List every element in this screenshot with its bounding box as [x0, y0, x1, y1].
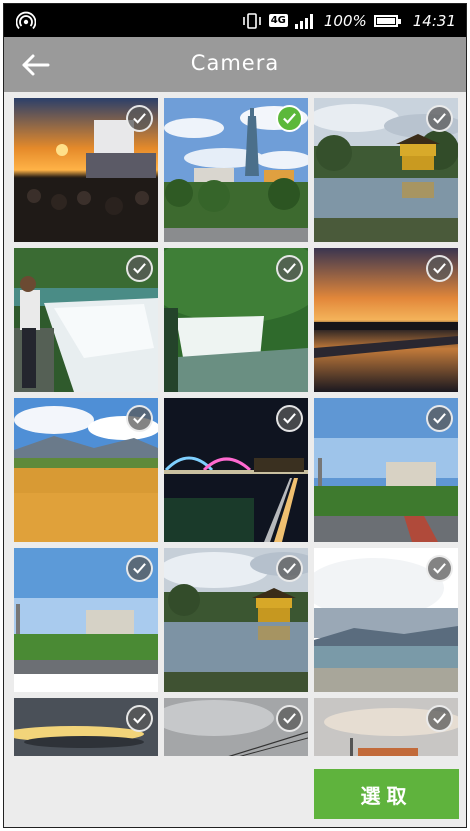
- checkmark-icon: [133, 563, 146, 574]
- select-check-icon[interactable]: [276, 705, 303, 732]
- photo-tile[interactable]: [314, 548, 458, 692]
- select-check-icon[interactable]: [126, 255, 153, 282]
- checkmark-icon: [433, 113, 446, 124]
- photo-tile[interactable]: [14, 698, 158, 756]
- checkmark-icon: [283, 563, 296, 574]
- photo-tile[interactable]: [14, 248, 158, 392]
- checkmark-icon: [433, 263, 446, 274]
- select-check-icon[interactable]: [426, 555, 453, 582]
- checkmark-icon: [283, 113, 296, 124]
- checkmark-icon: [133, 713, 146, 724]
- checkmark-icon: [133, 413, 146, 424]
- select-check-icon[interactable]: [426, 705, 453, 732]
- vibrate-icon: [242, 12, 261, 29]
- photo-grid: [12, 96, 462, 756]
- checkmark-icon: [283, 713, 296, 724]
- select-check-icon[interactable]: [126, 555, 153, 582]
- signal-icon: [294, 13, 313, 29]
- battery-icon: [373, 14, 401, 27]
- clock: 14:31: [412, 11, 456, 30]
- select-check-icon[interactable]: [276, 105, 303, 132]
- app-header: Camera: [4, 37, 466, 92]
- checkmark-icon: [283, 263, 296, 274]
- photo-tile[interactable]: [14, 398, 158, 542]
- checkmark-icon: [433, 713, 446, 724]
- checkmark-icon: [433, 563, 446, 574]
- network-type-badge: 4G: [268, 14, 288, 27]
- select-check-icon[interactable]: [126, 105, 153, 132]
- checkmark-icon: [283, 413, 296, 424]
- select-check-icon[interactable]: [426, 255, 453, 282]
- battery-percent: 100%: [323, 11, 367, 30]
- photo-tile[interactable]: [164, 698, 308, 756]
- status-bar: 4G 100% 14:31: [4, 4, 466, 37]
- select-button[interactable]: 選取: [314, 769, 459, 819]
- photo-tile[interactable]: [314, 98, 458, 242]
- select-check-icon[interactable]: [126, 705, 153, 732]
- photo-tile[interactable]: [14, 548, 158, 692]
- photo-tile[interactable]: [314, 398, 458, 542]
- photo-tile[interactable]: [164, 398, 308, 542]
- photo-tile[interactable]: [164, 98, 308, 242]
- photo-tile[interactable]: [14, 98, 158, 242]
- status-icons: 4G 100% 14:31: [242, 4, 456, 37]
- select-check-icon[interactable]: [276, 405, 303, 432]
- photo-tile[interactable]: [314, 698, 458, 756]
- select-check-icon[interactable]: [276, 255, 303, 282]
- select-check-icon[interactable]: [426, 105, 453, 132]
- photo-tile[interactable]: [164, 548, 308, 692]
- photo-tile[interactable]: [164, 248, 308, 392]
- select-check-icon[interactable]: [276, 555, 303, 582]
- checkmark-icon: [133, 263, 146, 274]
- phone-screen: 4G 100% 14:31 Camera 選取: [3, 3, 467, 828]
- photo-tile[interactable]: [314, 248, 458, 392]
- select-check-icon[interactable]: [126, 405, 153, 432]
- page-title: Camera: [190, 51, 280, 75]
- hotspot-icon: [16, 11, 36, 30]
- select-check-icon[interactable]: [426, 405, 453, 432]
- checkmark-icon: [133, 113, 146, 124]
- checkmark-icon: [433, 413, 446, 424]
